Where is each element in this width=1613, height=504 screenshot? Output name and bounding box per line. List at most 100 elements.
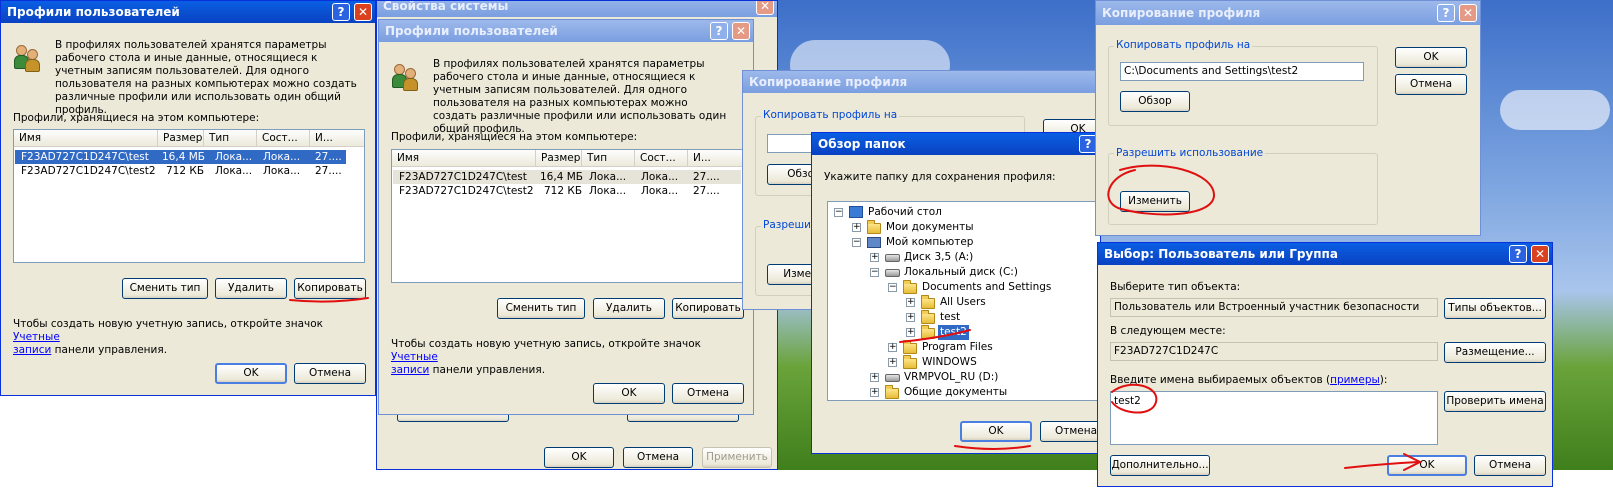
folder-icon [867,220,881,234]
user-accounts-link[interactable]: Учетные [391,351,438,363]
profiles-list[interactable]: Имя Размер Тип Сост... И... F23AD727C1D2… [13,129,365,263]
user-accounts-link[interactable]: Учетные [13,331,60,343]
ok-button[interactable]: OK [1395,47,1467,68]
column-header-type[interactable]: Тип [204,130,257,147]
profiles-list-label: Профили, хранящиеся на этом компьютере: [13,112,260,124]
folder-icon [903,355,917,369]
window-title: Профили пользователей [7,5,180,19]
window-title: Копирование профиля [1102,6,1261,20]
users-icon [13,43,43,73]
examples-link[interactable]: примеры [1330,374,1380,386]
locations-button[interactable]: Размещение... [1444,342,1546,363]
browse-folder-dialog: Обзор папок ? Укажите папку для сохранен… [811,132,1101,454]
folder-tree[interactable]: − Рабочий стол + Мои документы − Мой ком… [827,201,1100,401]
cancel-button[interactable]: Отмена [672,383,744,404]
computer-icon [867,237,881,248]
folder-icon [921,310,935,324]
sysprops-apply-button[interactable]: Применить [702,447,772,468]
copy-to-path-field[interactable]: C:\Documents and Settings\test2 [1120,62,1364,81]
close-icon[interactable]: ✕ [1459,4,1477,22]
browse-instruction: Укажите папку для сохранения профиля: [824,171,1056,183]
object-names-label: Введите имена выбираемых объектов (приме… [1110,374,1388,386]
check-names-button[interactable]: Проверить имена [1444,391,1546,412]
ok-button[interactable]: OK [215,363,287,384]
change-type-button[interactable]: Сменить тип [497,298,585,319]
profiles-description: В профилях пользователей хранятся параме… [55,39,357,116]
location-label: В следующем месте: [1110,325,1226,337]
ok-button[interactable]: OK [593,383,665,404]
window-title: Обзор папок [818,137,906,151]
column-header-status[interactable]: Сост... [257,130,310,147]
delete-button[interactable]: Удалить [215,278,287,299]
copy-to-label: Копировать профиль на [1114,39,1253,51]
floppy-icon [885,254,900,262]
help-icon[interactable]: ? [1437,4,1455,22]
system-properties-titlebar: Свойства системы ✕ [377,0,777,17]
object-types-button[interactable]: Типы объектов... [1444,298,1546,319]
user-profiles-titlebar: Профили пользователей ? ✕ [379,20,753,42]
copy-profile-dialog: Копирование профиля ? ✕ Копировать профи… [1095,0,1481,236]
location-field: F23AD727C1D247C [1110,342,1438,361]
close-icon[interactable]: ✕ [354,3,372,21]
browse-button[interactable]: Обзор [1120,91,1190,112]
column-header-modified[interactable]: И... [310,130,364,147]
browse-folder-titlebar: Обзор папок ? [812,133,1100,155]
close-icon[interactable]: ✕ [756,1,774,15]
cancel-button[interactable]: Отмена [1040,421,1100,442]
window-title: Профили пользователей [385,24,558,38]
close-icon[interactable]: ✕ [1531,245,1549,263]
folder-icon [903,340,917,354]
window-title: Копирование профиля [749,75,908,89]
change-button[interactable]: Изменить [1120,191,1190,212]
column-header-name[interactable]: Имя [392,150,536,167]
object-type-field: Пользователь или Встроенный участник без… [1110,298,1438,317]
column-header-modified[interactable]: И... [688,150,742,167]
desktop-cloud [1500,90,1610,130]
column-header-type[interactable]: Тип [582,150,635,167]
profiles-description: В профилях пользователей хранятся параме… [433,58,727,135]
user-profiles-titlebar: Профили пользователей ? ✕ [1,1,375,23]
column-header-name[interactable]: Имя [14,130,158,147]
select-user-titlebar: Выбор: Пользователь или Группа ? ✕ [1098,243,1552,265]
ok-button[interactable]: OK [1387,455,1467,476]
allow-use-label: Разрешить использование [1114,147,1266,159]
advanced-button[interactable]: Дополнительно... [1110,455,1210,476]
user-accounts-link[interactable]: записи [13,344,51,356]
table-row[interactable]: F23AD727C1D247C\test2 712 КБ Лока... Лок… [393,184,741,198]
table-row[interactable]: F23AD727C1D247C\test 16,4 МБ Лока... Лок… [393,170,741,184]
help-icon[interactable]: ? [332,3,350,21]
column-header-status[interactable]: Сост... [635,150,688,167]
cd-drive-icon [885,374,900,382]
user-accounts-link[interactable]: записи [391,364,429,376]
profiles-list-label: Профили, хранящиеся на этом компьютере: [391,131,638,143]
folder-icon [885,385,899,399]
object-type-label: Выберите тип объекта: [1110,281,1241,293]
window-title: Свойства системы [383,0,509,13]
sysprops-ok-button[interactable]: OK [544,447,614,468]
hard-disk-icon [885,269,900,277]
copy-to-group [1108,46,1378,126]
folder-icon [921,295,935,309]
help-icon[interactable]: ? [710,22,728,40]
object-names-input[interactable]: test2 [1110,391,1438,445]
user-profiles-dialog-1: Профили пользователей ? ✕ В профилях пол… [0,0,376,396]
column-header-size[interactable]: Размер [158,130,204,147]
close-icon[interactable]: ✕ [732,22,750,40]
copy-button[interactable]: Копировать [672,298,744,319]
cancel-button[interactable]: Отмена [1395,74,1467,95]
delete-button[interactable]: Удалить [593,298,665,319]
column-header-size[interactable]: Размер [536,150,582,167]
accounts-note: Чтобы создать новую учетную запись, откр… [391,338,701,376]
sysprops-cancel-button[interactable]: Отмена [623,447,693,468]
ok-button[interactable]: OK [960,421,1032,442]
cancel-button[interactable]: Отмена [294,363,366,384]
help-icon[interactable]: ? [1509,245,1527,263]
copy-button[interactable]: Копировать [294,278,366,299]
cancel-button[interactable]: Отмена [1474,455,1546,476]
users-icon [391,62,421,92]
table-row[interactable]: F23AD727C1D247C\test2 712 КБ Лока... Лок… [15,164,363,178]
table-row[interactable]: F23AD727C1D247C\test 16,4 МБ Лока... Лок… [15,150,346,164]
folder-icon [921,325,935,339]
profiles-list[interactable]: Имя Размер Тип Сост... И... F23AD727C1D2… [391,149,743,283]
change-type-button[interactable]: Сменить тип [122,278,208,299]
